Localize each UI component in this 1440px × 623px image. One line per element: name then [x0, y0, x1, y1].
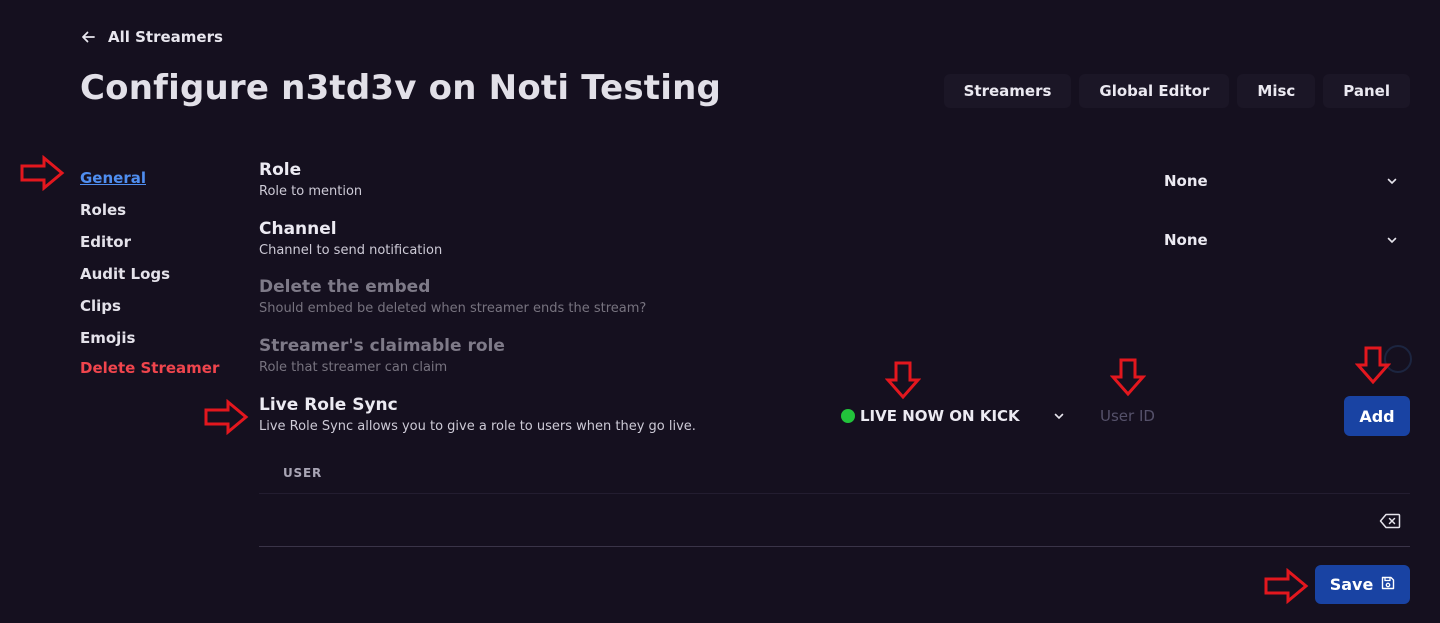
- back-link[interactable]: All Streamers: [80, 26, 223, 48]
- arrow-left-icon: [80, 28, 98, 46]
- setting-delete-embed-title: Delete the embed: [259, 277, 431, 297]
- role-select-value: None: [1164, 172, 1208, 190]
- role-select[interactable]: None: [1162, 166, 1398, 196]
- annotation-arrow-down-icon: [885, 361, 921, 400]
- sidebar-item-editor[interactable]: Editor: [80, 226, 240, 258]
- setting-live-role-sync-desc: Live Role Sync allows you to give a role…: [259, 419, 696, 434]
- page-title: Configure n3td3v on Noti Testing: [80, 68, 722, 108]
- table-bottom-divider: [259, 546, 1410, 547]
- sidebar-item-general[interactable]: General: [80, 162, 240, 194]
- annotation-arrow-right-icon: [1264, 568, 1309, 604]
- sidebar: General Roles Editor Audit Logs Clips Em…: [80, 162, 240, 382]
- back-link-label: All Streamers: [108, 28, 223, 46]
- sidebar-item-clips[interactable]: Clips: [80, 290, 240, 322]
- live-role-select-value: LIVE NOW ON KICK: [860, 407, 1020, 425]
- sidebar-item-roles[interactable]: Roles: [80, 194, 240, 226]
- setting-live-role-sync-title: Live Role Sync: [259, 395, 398, 415]
- setting-role: Role Role to mention None: [259, 160, 1410, 199]
- chevron-down-icon: [1386, 231, 1398, 250]
- chevron-down-icon: [1386, 172, 1398, 191]
- backspace-icon[interactable]: [1378, 511, 1402, 531]
- floppy-disk-icon: [1381, 575, 1395, 594]
- channel-select-value: None: [1164, 231, 1208, 249]
- setting-claimable-role-title: Streamer's claimable role: [259, 336, 505, 356]
- nav-global-editor-button[interactable]: Global Editor: [1079, 74, 1230, 108]
- add-button[interactable]: Add: [1344, 396, 1410, 436]
- annotation-arrow-down-icon: [1355, 346, 1391, 385]
- live-role-select[interactable]: LIVE NOW ON KICK: [841, 403, 1065, 429]
- sidebar-item-delete-streamer[interactable]: Delete Streamer: [80, 354, 240, 382]
- nav-misc-button[interactable]: Misc: [1237, 74, 1316, 108]
- table-header-user: USER: [283, 466, 323, 480]
- setting-channel: Channel Channel to send notification Non…: [259, 219, 1410, 258]
- channel-select[interactable]: None: [1162, 225, 1398, 255]
- nav-panel-button[interactable]: Panel: [1323, 74, 1410, 108]
- setting-claimable-role: Streamer's claimable role Role that stre…: [259, 336, 1410, 375]
- table-divider: [259, 493, 1410, 494]
- setting-live-role-sync: Live Role Sync Live Role Sync allows you…: [259, 395, 819, 434]
- setting-claimable-role-desc: Role that streamer can claim: [259, 360, 448, 375]
- setting-delete-embed-desc: Should embed be deleted when streamer en…: [259, 301, 647, 316]
- save-button[interactable]: Save: [1315, 565, 1410, 604]
- save-button-label: Save: [1329, 575, 1374, 594]
- setting-delete-embed: Delete the embed Should embed be deleted…: [259, 277, 1410, 316]
- sidebar-item-emojis[interactable]: Emojis: [80, 322, 240, 354]
- annotation-arrow-right-icon: [204, 399, 249, 435]
- live-status-dot: [841, 409, 855, 423]
- user-id-input[interactable]: [1092, 402, 1292, 430]
- annotation-arrow-right-icon: [20, 155, 65, 191]
- annotation-arrow-down-icon: [1110, 358, 1146, 397]
- top-nav: Streamers Global Editor Misc Panel: [943, 74, 1410, 108]
- nav-streamers-button[interactable]: Streamers: [943, 74, 1072, 108]
- sidebar-item-audit-logs[interactable]: Audit Logs: [80, 258, 240, 290]
- chevron-down-icon: [1053, 407, 1065, 426]
